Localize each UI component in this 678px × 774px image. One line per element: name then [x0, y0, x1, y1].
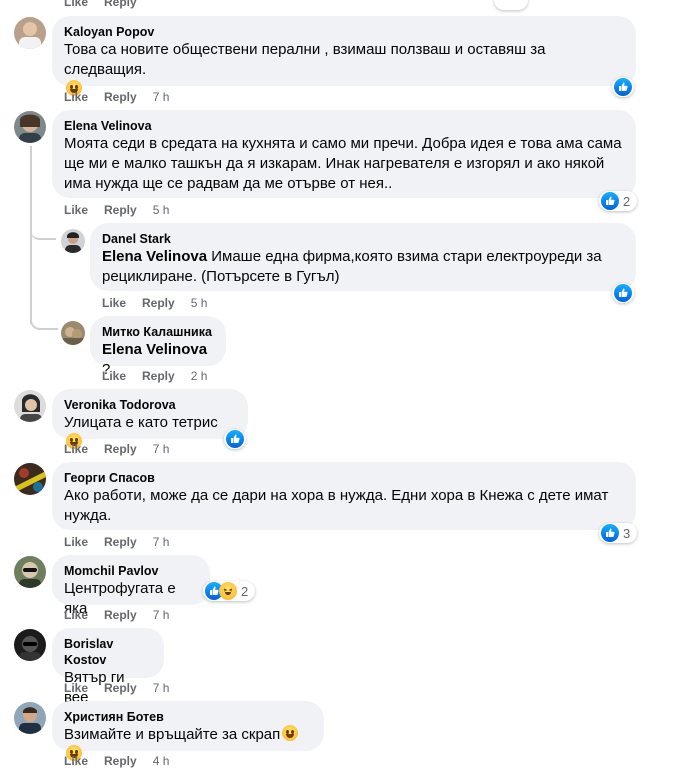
- haha-reaction-icon: [219, 582, 237, 600]
- reaction-count: 2: [623, 193, 631, 209]
- like-action[interactable]: Like: [64, 680, 88, 696]
- reply-action[interactable]: Reply: [104, 202, 137, 218]
- reaction-summary[interactable]: 2: [203, 581, 256, 601]
- avatar[interactable]: [61, 229, 85, 253]
- comment-bubble: Kaloyan Popov Това са новите обществени …: [52, 16, 636, 96]
- reply-action[interactable]: Reply: [104, 0, 137, 10]
- comment-bubble: Георги Спасов Ако работи, може да се дар…: [52, 462, 636, 530]
- comment-bubble: Borislav Kostov Вятър ги вее: [52, 628, 164, 706]
- avatar[interactable]: [61, 321, 85, 345]
- comment-bubble: Elena Velinova Моята седи в средата на к…: [52, 110, 636, 198]
- commenter-name[interactable]: Veronika Todorova: [64, 397, 236, 413]
- comment-time[interactable]: 7 h: [153, 607, 170, 623]
- like-reaction-icon: [226, 430, 244, 448]
- avatar[interactable]: [14, 702, 46, 734]
- comment-actions: Like Reply 7 h: [64, 607, 169, 623]
- like-action[interactable]: Like: [64, 753, 88, 769]
- comment-actions: Like Reply 2 h: [102, 368, 207, 384]
- comment-text: Моята седи в средата на кухнята и само м…: [64, 135, 622, 192]
- commenter-name[interactable]: Borislav Kostov: [64, 636, 152, 668]
- comment-time[interactable]: 7 h: [153, 89, 170, 105]
- comment-time[interactable]: 5 h: [153, 202, 170, 218]
- reply-action[interactable]: Reply: [104, 534, 137, 550]
- reply-bubble: Митко Калашника Elena Velinova ?: [90, 316, 226, 378]
- comment-actions: Like Reply 7 h: [64, 680, 169, 696]
- thread-connector: [30, 312, 58, 330]
- comment-actions: Like Reply 5 h: [102, 295, 207, 311]
- comment-bubble: Momchil Pavlov Центрофугата е яка: [52, 555, 210, 617]
- reaction-summary[interactable]: 3: [599, 523, 638, 543]
- reaction-count: 3: [623, 525, 631, 541]
- like-reaction-icon: [614, 284, 632, 302]
- comment-time[interactable]: 2 h: [191, 368, 208, 384]
- like-action[interactable]: Like: [64, 441, 88, 457]
- comment-bubble: Veronika Todorova Улицата е като тетрис: [52, 389, 248, 449]
- comment-time[interactable]: 5 h: [191, 295, 208, 311]
- like-action[interactable]: Like: [64, 89, 88, 105]
- avatar[interactable]: [14, 556, 46, 588]
- comment-actions: Like Reply 7 h: [64, 89, 169, 105]
- commenter-name[interactable]: Elena Velinova: [64, 118, 624, 134]
- reply-bubble: Danel Stark Elena Velinova Имаше една фи…: [90, 223, 636, 291]
- comment-time[interactable]: 4 h: [153, 753, 170, 769]
- commenter-name[interactable]: Danel Stark: [102, 231, 624, 247]
- comment-actions: Like Reply 4 h: [64, 753, 169, 769]
- reaction-summary[interactable]: 2: [599, 191, 638, 211]
- reply-action[interactable]: Reply: [142, 295, 175, 311]
- like-reaction-icon: [601, 524, 619, 542]
- comment-actions: Like Reply 7 h: [64, 441, 169, 457]
- mention-link[interactable]: Elena Velinova: [102, 248, 207, 265]
- reply-action[interactable]: Reply: [104, 753, 137, 769]
- comment-actions: Like Reply 7 h: [64, 534, 169, 550]
- mention-link[interactable]: Elena Velinova: [102, 341, 207, 358]
- avatar[interactable]: [14, 17, 46, 49]
- like-action[interactable]: Like: [64, 202, 88, 218]
- reply-action[interactable]: Reply: [104, 89, 137, 105]
- commenter-name[interactable]: Митко Калашника: [102, 324, 214, 340]
- reaction-summary[interactable]: [612, 77, 634, 97]
- like-reaction-icon: [614, 78, 632, 96]
- reply-action[interactable]: Reply: [104, 607, 137, 623]
- like-action[interactable]: Like: [64, 534, 88, 550]
- reaction-summary[interactable]: [494, 0, 528, 10]
- avatar[interactable]: [14, 390, 46, 422]
- reply-action[interactable]: Reply: [142, 368, 175, 384]
- comment-text: Ако работи, може да се дари на хора в ну…: [64, 487, 609, 524]
- like-reaction-icon: [601, 192, 619, 210]
- comment-text: Elena Velinova Имаше една фирма,която вз…: [102, 248, 602, 285]
- comment-time[interactable]: 7 h: [153, 534, 170, 550]
- thread-connector: [30, 220, 56, 240]
- laugh-tears-emoji-icon: [282, 725, 299, 741]
- commenter-name[interactable]: Християн Ботев: [64, 709, 312, 725]
- reaction-summary[interactable]: [224, 429, 246, 449]
- like-action[interactable]: Like: [64, 607, 88, 623]
- avatar[interactable]: [14, 629, 46, 661]
- comment-time[interactable]: 7 h: [153, 441, 170, 457]
- reply-action[interactable]: Reply: [104, 680, 137, 696]
- like-action[interactable]: Like: [64, 0, 88, 10]
- reply-action[interactable]: Reply: [104, 441, 137, 457]
- commenter-name[interactable]: Kaloyan Popov: [64, 24, 624, 40]
- like-action[interactable]: Like: [102, 368, 126, 384]
- comment-time[interactable]: 7 h: [153, 680, 170, 696]
- previous-comment-actions: Like Reply: [64, 0, 153, 10]
- commenter-name[interactable]: Momchil Pavlov: [64, 563, 198, 579]
- avatar[interactable]: [14, 111, 46, 143]
- reaction-count: 2: [241, 583, 249, 599]
- like-action[interactable]: Like: [102, 295, 126, 311]
- reaction-summary[interactable]: [612, 283, 634, 303]
- avatar[interactable]: [14, 463, 46, 495]
- comment-actions: Like Reply 5 h: [64, 202, 169, 218]
- commenter-name[interactable]: Георги Спасов: [64, 470, 624, 486]
- comment-bubble: Християн Ботев Взимайте и връщайте за ск…: [52, 701, 324, 761]
